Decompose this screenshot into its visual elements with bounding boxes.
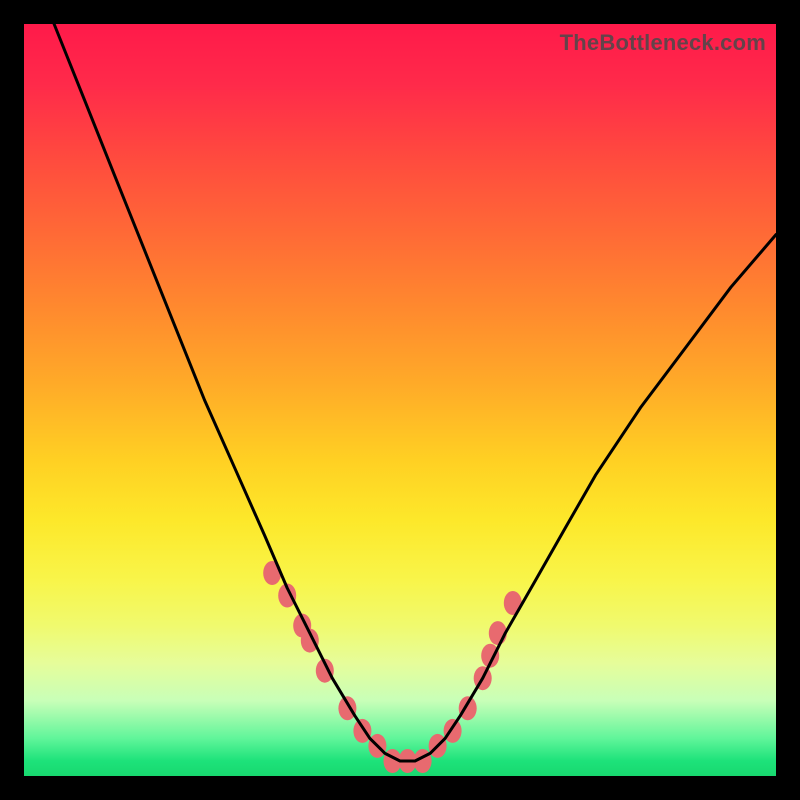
bottleneck-curve-path [24, 0, 776, 761]
markers-group [263, 561, 522, 773]
chart-frame: TheBottleneck.com [24, 24, 776, 776]
bottleneck-chart-svg [24, 24, 776, 776]
